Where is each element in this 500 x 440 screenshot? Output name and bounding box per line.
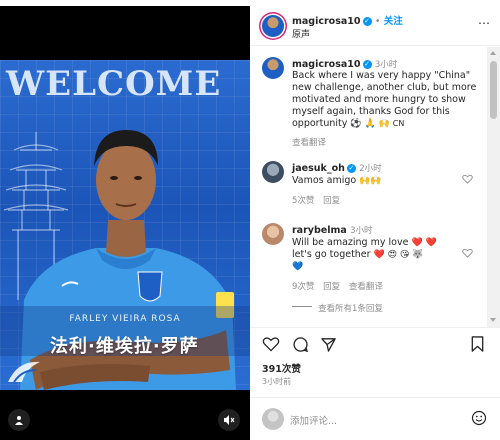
author-username[interactable]: magicrosa10 ✓ • 关注 — [292, 13, 403, 27]
heart-outline-icon[interactable] — [462, 174, 473, 187]
comment-text: Vamos amigo 🙌🙌 — [292, 175, 382, 186]
likes-count[interactable]: 391次赞 — [262, 361, 301, 375]
caption-emojis: ⚽ 🙏 🙌 — [350, 119, 390, 129]
player-name: FARLEY VIEIRA ROSA — [69, 314, 181, 324]
muted-speaker-icon[interactable] — [218, 409, 240, 431]
comment-time[interactable]: 3小时 — [350, 226, 372, 236]
verified-badge-icon: ✓ — [362, 17, 372, 26]
comment-header: jaesuk_oh ✓ 2小时 — [292, 162, 382, 174]
actions-bar: 391次赞 3小时前 — [250, 327, 500, 397]
author-avatar[interactable] — [262, 15, 284, 37]
caption-avatar[interactable] — [262, 57, 284, 79]
share-paper-plane-icon[interactable] — [320, 336, 337, 356]
follow-button[interactable]: 关注 — [384, 16, 403, 27]
like-heart-icon[interactable] — [262, 336, 280, 355]
comment-meta: 9次赞 回复 查看翻译 — [292, 280, 383, 292]
view-replies-link[interactable]: 查看所有1条回复 — [318, 302, 383, 314]
post-media[interactable]: WELCOME FARLEY VIEIRA ROSA 法利·维埃拉·罗萨 — [0, 6, 250, 440]
club-crest — [137, 271, 163, 302]
comment-meta: 5次赞 回复 — [292, 194, 340, 206]
post-timestamp[interactable]: 3小时前 — [262, 376, 291, 387]
post-dialog: WELCOME FARLEY VIEIRA ROSA 法利·维埃拉·罗萨 mag… — [0, 0, 500, 440]
comment-translate-link[interactable]: 查看翻译 — [349, 282, 383, 292]
comments-scrollbar[interactable] — [487, 47, 500, 327]
heart-outline-icon[interactable] — [462, 248, 473, 261]
comment-text: Will be amazing my love ❤️ ❤️ let's go t… — [292, 237, 437, 272]
post-header: magicrosa10 ✓ • 关注 原声 ⋯ — [250, 6, 500, 46]
verified-badge-icon: ✓ — [346, 164, 356, 173]
caption-translate-link[interactable]: 查看翻译 — [292, 136, 326, 148]
player-name-chinese: 法利·维埃拉·罗萨 — [50, 336, 199, 357]
more-options-icon[interactable]: ⋯ — [478, 16, 491, 30]
reply-button[interactable]: 回复 — [323, 282, 340, 292]
comment-avatar[interactable] — [262, 161, 284, 183]
scroll-down-arrow-icon — [490, 318, 496, 322]
caption-header: magicrosa10 ✓ 3小时 — [292, 58, 397, 70]
comment-likes[interactable]: 9次赞 — [292, 282, 314, 292]
replies-divider — [292, 306, 312, 307]
caption-text: Back where I was very happy "China" new … — [292, 70, 477, 129]
person-icon[interactable] — [8, 409, 30, 431]
reply-button[interactable]: 回复 — [323, 196, 340, 206]
scroll-up-arrow-icon — [490, 51, 496, 55]
comment-input[interactable]: 添加评论... — [290, 413, 337, 427]
comments-section: magicrosa10 ✓ 3小时 Back where I was very h… — [250, 47, 487, 327]
scrollbar-thumb — [490, 61, 497, 119]
caption-username[interactable]: magicrosa10 — [292, 59, 361, 70]
player-head — [96, 140, 156, 220]
comment-composer: 添加评论... — [250, 397, 500, 440]
club-logo — [8, 361, 40, 383]
media-poster: WELCOME FARLEY VIEIRA ROSA 法利·维埃拉·罗萨 — [0, 60, 250, 390]
caption-emoji-flag: CN — [392, 119, 405, 128]
save-bookmark-icon[interactable] — [470, 336, 485, 356]
separator-dot: • — [374, 16, 381, 27]
caption-time[interactable]: 3小时 — [375, 60, 397, 70]
comment-bubble-icon[interactable] — [292, 336, 309, 356]
comment-avatar[interactable] — [262, 223, 284, 245]
verified-badge-icon: ✓ — [362, 60, 372, 69]
comment-username[interactable]: rarybelma — [292, 225, 347, 236]
comment-time[interactable]: 2小时 — [359, 164, 381, 174]
emoji-smiley-icon[interactable] — [471, 410, 487, 429]
audio-label[interactable]: 原声 — [292, 27, 310, 40]
comment-header: rarybelma 3小时 — [292, 224, 373, 236]
comment-likes[interactable]: 5次赞 — [292, 196, 314, 206]
comment-username[interactable]: jaesuk_oh — [292, 163, 345, 174]
viewer-avatar — [262, 408, 284, 430]
